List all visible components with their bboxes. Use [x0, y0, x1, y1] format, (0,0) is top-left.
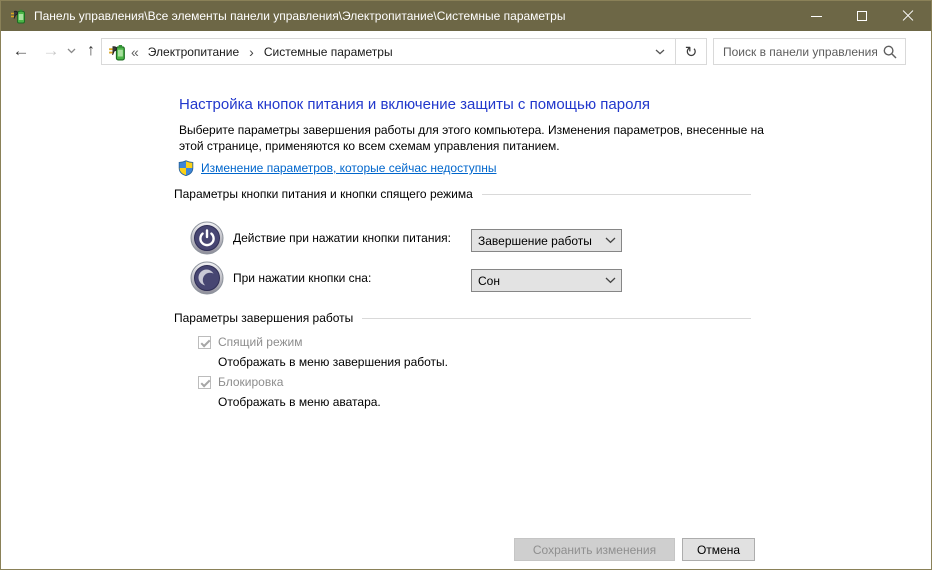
sleep-button-action-label: При нажатии кнопки сна:	[233, 271, 371, 285]
intro-text: Выберите параметры завершения работы для…	[179, 122, 784, 154]
back-button[interactable]: ←	[7, 31, 35, 71]
search-input[interactable]	[714, 45, 881, 59]
breadcrumb-item-power-options[interactable]: Электропитание	[146, 45, 241, 59]
address-dropdown-button[interactable]	[645, 39, 675, 64]
minimize-icon	[811, 16, 822, 17]
sleep-mode-description: Отображать в меню завершения работы.	[218, 355, 448, 369]
power-button-action-label: Действие при нажатии кнопки питания:	[233, 231, 451, 245]
sleep-button-action-value: Сон	[472, 274, 599, 288]
breadcrumb-separator-icon[interactable]: ›	[241, 44, 262, 60]
power-options-app-icon	[10, 8, 26, 24]
divider	[362, 318, 751, 319]
maximize-button[interactable]	[839, 1, 885, 31]
chevron-down-icon	[67, 48, 76, 54]
breadcrumb-overflow-chevrons[interactable]: «	[131, 44, 139, 60]
lock-checkbox	[198, 376, 211, 389]
titlebar: Панель управления\Все элементы панели уп…	[1, 1, 931, 31]
lock-description: Отображать в меню аватара.	[218, 395, 381, 409]
chevron-down-icon	[599, 237, 621, 244]
close-icon	[902, 10, 914, 22]
change-unavailable-settings-link[interactable]: Изменение параметров, которые сейчас нед…	[201, 161, 497, 175]
lock-checkbox-row: Блокировка	[198, 375, 283, 389]
section-shutdown-settings: Параметры завершения работы	[174, 311, 751, 325]
uac-shield-icon	[178, 160, 194, 176]
divider	[482, 194, 751, 195]
chevron-down-icon	[599, 277, 621, 284]
admin-link-row: Изменение параметров, которые сейчас нед…	[178, 160, 497, 176]
close-button[interactable]	[885, 1, 931, 31]
sleep-mode-label: Спящий режим	[218, 335, 302, 349]
refresh-button[interactable]: ↻	[676, 38, 707, 65]
power-button-action-value: Завершение работы	[472, 234, 599, 248]
navigation-bar: ← → ↑ « Электропитание › Системные парам…	[1, 31, 931, 71]
sleep-mode-checkbox	[198, 336, 211, 349]
window-controls	[793, 1, 931, 31]
search-box[interactable]	[713, 38, 906, 65]
chevron-down-icon	[655, 49, 665, 55]
cancel-button[interactable]: Отмена	[682, 538, 755, 561]
section-power-buttons: Параметры кнопки питания и кнопки спящег…	[174, 187, 751, 201]
lock-label: Блокировка	[218, 375, 283, 389]
power-options-icon	[108, 43, 126, 61]
up-button[interactable]: ↑	[79, 31, 103, 71]
search-icon[interactable]	[883, 45, 897, 59]
page-title: Настройка кнопок питания и включение защ…	[179, 96, 650, 113]
sleep-button-action-select[interactable]: Сон	[471, 269, 622, 292]
minimize-button[interactable]	[793, 1, 839, 31]
sleep-button-icon	[190, 261, 224, 295]
sleep-mode-checkbox-row: Спящий режим	[198, 335, 302, 349]
section-shutdown-settings-title: Параметры завершения работы	[174, 311, 353, 325]
maximize-icon	[857, 11, 867, 21]
breadcrumb-item-system-settings[interactable]: Системные параметры	[262, 45, 395, 59]
power-button-icon	[190, 221, 224, 255]
save-changes-button: Сохранить изменения	[514, 538, 675, 561]
section-power-buttons-title: Параметры кнопки питания и кнопки спящег…	[174, 187, 473, 201]
window-title: Панель управления\Все элементы панели уп…	[34, 9, 565, 23]
address-bar[interactable]: « Электропитание › Системные параметры	[101, 38, 676, 65]
history-dropdown-button[interactable]	[63, 31, 79, 71]
power-button-action-select[interactable]: Завершение работы	[471, 229, 622, 252]
forward-button: →	[37, 31, 65, 71]
control-panel-window: Панель управления\Все элементы панели уп…	[0, 0, 932, 570]
